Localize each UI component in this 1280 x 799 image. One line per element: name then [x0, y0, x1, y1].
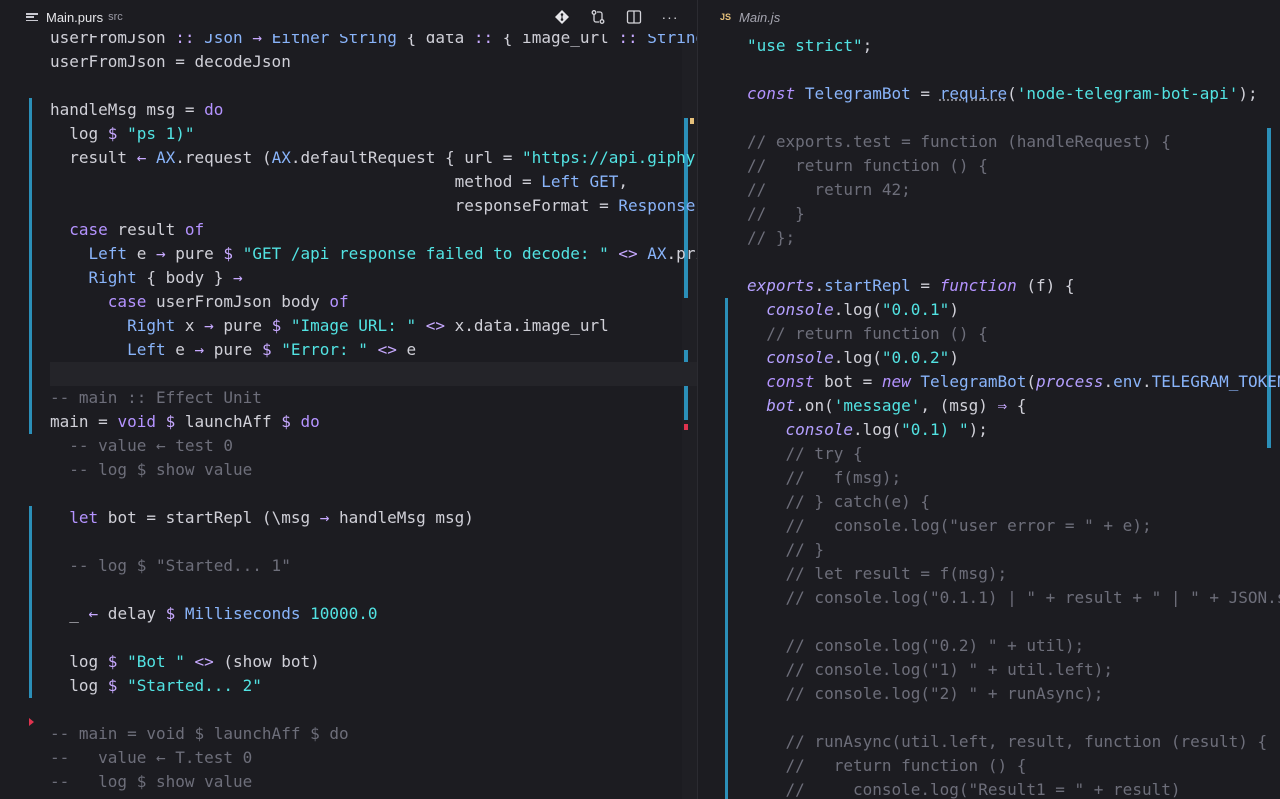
code-line[interactable] [747, 706, 1280, 730]
code-line[interactable]: // exports.test = function (handleReques… [747, 130, 1280, 154]
left-editor-pane[interactable]: Main.purs src ··· userFromJson :: Json →… [0, 0, 697, 799]
javascript-code-editor[interactable]: "use strict"; const TelegramBot = requir… [698, 34, 1280, 799]
code-line[interactable]: // }; [747, 226, 1280, 250]
tab-main-js[interactable]: JS Main.js [698, 0, 780, 34]
code-line[interactable]: _ ← delay $ Milliseconds 10000.0 [50, 602, 697, 626]
left-tab-bar: Main.purs src ··· [0, 0, 697, 34]
code-line[interactable]: -- main :: Effect Unit [50, 386, 697, 410]
code-line[interactable]: log $ "Bot " <> (show bot) [50, 650, 697, 674]
tab-title: Main.js [739, 9, 781, 25]
code-line[interactable]: -- [50, 794, 697, 799]
code-line[interactable]: -- value ← test 0 [50, 434, 697, 458]
tab-main-purs[interactable]: Main.purs src [0, 0, 123, 34]
code-line[interactable]: -- log $ "Started... 1" [50, 554, 697, 578]
more-actions-button[interactable]: ··· [661, 8, 679, 26]
code-line[interactable] [50, 626, 697, 650]
code-line[interactable]: // runAsync(util.left, result, function … [747, 730, 1280, 754]
git-compare-icon [591, 10, 605, 24]
code-line[interactable]: const bot = new TelegramBot(process.env.… [747, 370, 1280, 394]
code-line[interactable]: -- log $ show value [50, 770, 697, 794]
compare-changes-button[interactable] [589, 8, 607, 26]
code-line[interactable]: -- log $ show value [50, 458, 697, 482]
code-line[interactable]: log $ "ps 1)" [50, 122, 697, 146]
code-line[interactable]: // } [747, 538, 1280, 562]
code-line[interactable]: console.log("0.0.2") [747, 346, 1280, 370]
tab-description: src [108, 11, 123, 23]
code-line[interactable]: // try { [747, 442, 1280, 466]
code-line[interactable]: let bot = startRepl (\msg → handleMsg ms… [50, 506, 697, 530]
code-line[interactable]: // return function () { [747, 754, 1280, 778]
code-line[interactable] [50, 578, 697, 602]
code-line[interactable]: // console.log("user error = " + e); [747, 514, 1280, 538]
right-tab-bar: JS Main.js [698, 0, 1280, 34]
code-line[interactable] [50, 482, 697, 506]
code-line[interactable]: // return function () { [747, 154, 1280, 178]
code-line[interactable] [50, 74, 697, 98]
code-line[interactable]: console.log("0.0.1") [747, 298, 1280, 322]
code-line[interactable]: // console.log("1) " + util.left); [747, 658, 1280, 682]
code-line[interactable] [50, 698, 697, 722]
code-line[interactable]: result ← AX.request (AX.defaultRequest {… [50, 146, 697, 170]
code-line[interactable]: // } [747, 202, 1280, 226]
editor-actions: ··· [553, 0, 679, 34]
split-editor-icon [626, 10, 642, 24]
code-line[interactable] [50, 530, 697, 554]
code-line[interactable] [50, 362, 697, 386]
code-line[interactable]: // console.log("Result1 = " + result) [747, 778, 1280, 799]
code-line[interactable]: method = Left GET, [50, 170, 697, 194]
code-line[interactable]: Left e → pure $ "GET /api response faile… [50, 242, 697, 266]
code-line[interactable]: case userFromJson body of [50, 290, 697, 314]
code-line[interactable]: handleMsg msg = do [50, 98, 697, 122]
code-line[interactable]: // console.log("2) " + runAsync); [747, 682, 1280, 706]
code-line[interactable] [747, 58, 1280, 82]
code-line[interactable]: // return function () { [747, 322, 1280, 346]
code-line[interactable]: // console.log("0.1.1) | " + result + " … [747, 586, 1280, 610]
right-editor-pane[interactable]: JS Main.js "use strict"; const TelegramB… [697, 0, 1280, 799]
code-line[interactable]: exports.startRepl = function (f) { [747, 274, 1280, 298]
javascript-file-icon: JS [720, 12, 732, 22]
code-line[interactable]: // } catch(e) { [747, 490, 1280, 514]
file-lines-icon [26, 11, 38, 23]
code-line[interactable]: bot.on('message', (msg) ⇒ { [747, 394, 1280, 418]
split-editor-button[interactable] [625, 8, 643, 26]
tab-title: Main.purs [46, 9, 104, 25]
code-line[interactable]: userFromJson = decodeJson [50, 50, 697, 74]
code-line[interactable] [747, 250, 1280, 274]
code-line[interactable]: responseFormat = ResponseFormat.json }) [50, 194, 697, 218]
code-line[interactable]: log $ "Started... 2" [50, 674, 697, 698]
code-line[interactable]: Right x → pure $ "Image URL: " <> x.data… [50, 314, 697, 338]
code-line[interactable]: const TelegramBot = require('node-telegr… [747, 82, 1280, 106]
code-line[interactable]: console.log("0.1) "); [747, 418, 1280, 442]
code-line[interactable]: // console.log("0.2) " + util); [747, 634, 1280, 658]
code-line[interactable]: Right { body } → [50, 266, 697, 290]
code-line[interactable] [747, 106, 1280, 130]
code-line[interactable]: // let result = f(msg); [747, 562, 1280, 586]
code-line[interactable]: case result of [50, 218, 697, 242]
purescript-code-editor[interactable]: userFromJson :: Json → Either String { d… [0, 26, 697, 799]
code-line[interactable]: main = void $ launchAff $ do [50, 410, 697, 434]
code-line[interactable]: // f(msg); [747, 466, 1280, 490]
git-icon [555, 10, 569, 24]
code-line[interactable]: // return 42; [747, 178, 1280, 202]
code-line[interactable]: -- main = void $ launchAff $ do [50, 722, 697, 746]
code-line[interactable] [747, 610, 1280, 634]
code-line[interactable]: "use strict"; [747, 34, 1280, 58]
git-icon-button[interactable] [553, 8, 571, 26]
code-line[interactable]: -- value ← T.test 0 [50, 746, 697, 770]
code-line[interactable]: Left e → pure $ "Error: " <> e [50, 338, 697, 362]
